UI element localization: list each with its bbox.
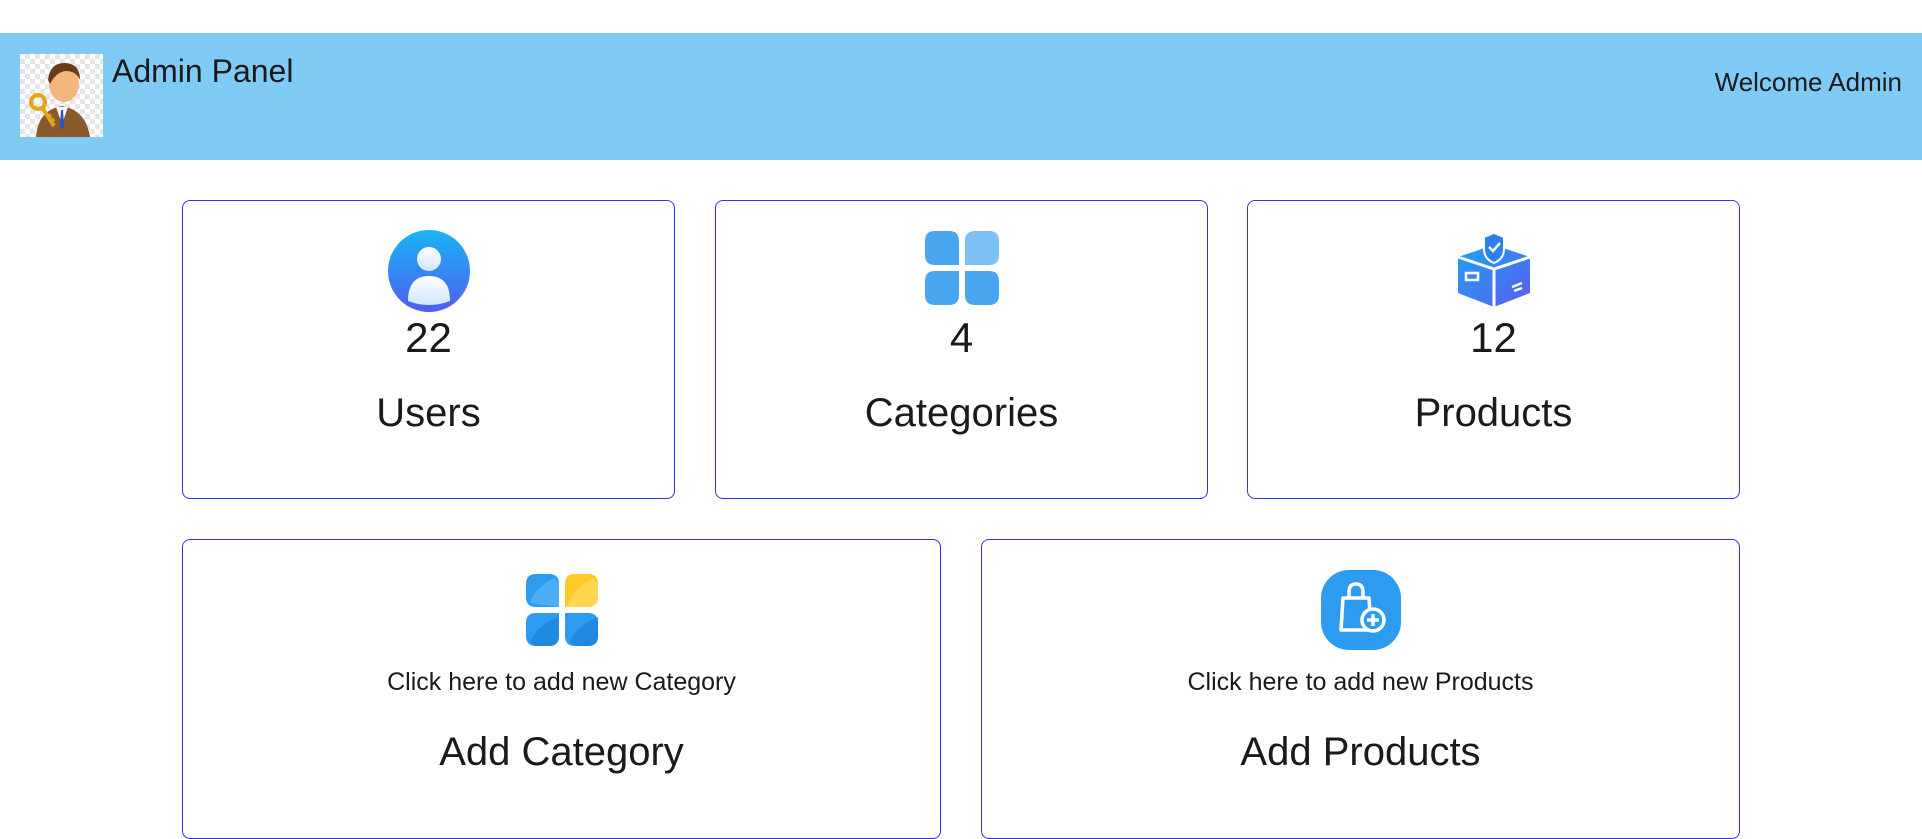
categories-card[interactable]: 4 Categories bbox=[715, 200, 1208, 499]
admin-avatar-logo[interactable] bbox=[20, 54, 103, 137]
add-products-title: Add Products bbox=[1240, 730, 1481, 774]
app-title[interactable]: Admin Panel bbox=[112, 53, 293, 90]
add-category-hint: Click here to add new Category bbox=[387, 668, 736, 696]
users-label: Users bbox=[376, 391, 481, 435]
navbar: Admin Panel Welcome Admin bbox=[0, 33, 1922, 160]
products-card[interactable]: 12 Products bbox=[1247, 200, 1740, 499]
categories-label: Categories bbox=[864, 391, 1059, 435]
product-box-icon bbox=[1457, 233, 1530, 307]
add-category-card[interactable]: Click here to add new Category Add Categ… bbox=[182, 539, 941, 839]
user-circle-icon bbox=[387, 230, 470, 312]
users-card[interactable]: 22 Users bbox=[182, 200, 675, 499]
add-category-icon bbox=[525, 574, 598, 646]
add-products-card[interactable]: Click here to add new Products Add Produ… bbox=[981, 539, 1740, 839]
admin-person-icon bbox=[29, 62, 90, 137]
categories-count: 4 bbox=[949, 314, 974, 361]
users-count: 22 bbox=[405, 314, 452, 361]
add-products-hint: Click here to add new Products bbox=[1187, 668, 1534, 696]
welcome-message: Welcome Admin bbox=[1714, 67, 1902, 97]
category-grid-icon bbox=[924, 231, 999, 305]
add-product-bag-icon bbox=[1320, 570, 1401, 650]
add-category-title: Add Category bbox=[439, 730, 684, 774]
products-count: 12 bbox=[1470, 314, 1517, 361]
products-label: Products bbox=[1414, 391, 1573, 435]
